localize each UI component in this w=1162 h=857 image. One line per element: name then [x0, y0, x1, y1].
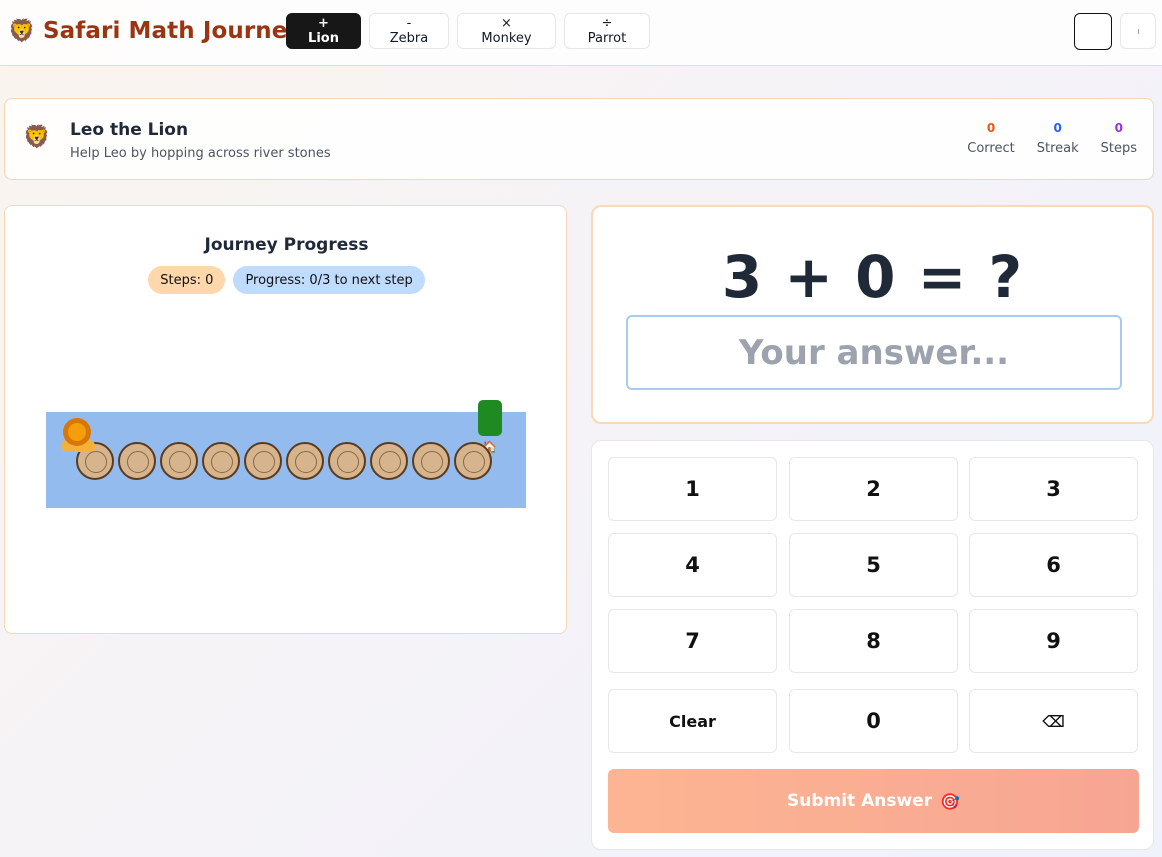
journey-pills: Steps: 0 Progress: 0/3 to next step [5, 266, 568, 294]
key-6[interactable]: 6 [969, 533, 1138, 597]
stat-streak: 0 Streak [1037, 121, 1079, 156]
stat-steps-label: Steps [1100, 141, 1137, 156]
header-action-button[interactable] [1074, 13, 1112, 50]
river-stone [244, 442, 282, 480]
river-stone [286, 442, 324, 480]
submit-answer-button[interactable]: Submit Answer 🎯 [608, 769, 1139, 833]
journey-title: Journey Progress [204, 235, 369, 255]
progress-badge: Progress: 0/3 to next step [233, 266, 425, 294]
equation: 3 + 0 = ? [721, 243, 1024, 311]
river-stone [454, 442, 492, 480]
key-9[interactable]: 9 [969, 609, 1138, 673]
river-path: 🏠 [46, 400, 526, 508]
steps-badge: Steps: 0 [148, 266, 226, 294]
character-card: 🦁 Leo the Lion Help Leo by hopping acros… [4, 98, 1154, 180]
key-2[interactable]: 2 [789, 457, 958, 521]
key-4[interactable]: 4 [608, 533, 777, 597]
key-3[interactable]: 3 [969, 457, 1138, 521]
stat-correct: 0 Correct [967, 121, 1014, 156]
stat-streak-value: 0 [1053, 121, 1062, 135]
key-8[interactable]: 8 [789, 609, 958, 673]
tab-zebra-subtraction[interactable]: - Zebra [369, 13, 449, 49]
stats-panel: 0 Correct 0 Streak 0 Steps [945, 121, 1137, 156]
key-0[interactable]: 0 [789, 689, 958, 753]
character-name: Leo the Lion [70, 120, 189, 140]
stat-steps: 0 Steps [1101, 121, 1137, 156]
target-icon: 🎯 [940, 791, 961, 811]
tab-lion-addition[interactable]: + Lion [286, 13, 361, 49]
backspace-button[interactable]: ⌫ [969, 689, 1138, 753]
lion-face-icon: 🦁 [8, 18, 36, 44]
tab-parrot-division[interactable]: ÷ Parrot [564, 13, 650, 49]
lion-marker-icon [59, 416, 97, 454]
backspace-icon: ⌫ [1042, 711, 1065, 731]
clear-button[interactable]: Clear [608, 689, 777, 753]
brand: 🦁 Safari Math Journey [8, 16, 303, 46]
menu-icon [1137, 28, 1139, 34]
lion-face-icon: 🦁 [23, 125, 51, 150]
river-stone [202, 442, 240, 480]
submit-label: Submit Answer [786, 791, 933, 811]
river-stone [370, 442, 408, 480]
key-7[interactable]: 7 [608, 609, 777, 673]
stat-correct-label: Correct [967, 141, 1015, 156]
journey-card: Journey Progress Steps: 0 Progress: 0/3 … [4, 205, 567, 634]
river-stone [118, 442, 156, 480]
header-menu-button[interactable] [1120, 13, 1156, 49]
stat-steps-value: 0 [1114, 121, 1123, 135]
goal-post [478, 400, 502, 436]
river-stone [412, 442, 450, 480]
key-1[interactable]: 1 [608, 457, 777, 521]
stat-streak-label: Streak [1036, 141, 1079, 156]
tab-monkey-multiplication[interactable]: × Monkey [457, 13, 556, 49]
operation-tabs: + Lion - Zebra × Monkey ÷ Parrot [286, 13, 650, 49]
app-title: Safari Math Journey [43, 18, 303, 44]
character-description: Help Leo by hopping across river stones [70, 146, 331, 161]
river-stone [328, 442, 366, 480]
answer-input[interactable] [626, 315, 1122, 390]
river-stone [160, 442, 198, 480]
stat-correct-value: 0 [986, 121, 996, 135]
keypad-card: 1 2 3 4 5 6 7 8 9 Clear 0 ⌫ Submit Answe… [591, 440, 1154, 850]
problem-card: 3 + 0 = ? [591, 205, 1154, 424]
key-5[interactable]: 5 [789, 533, 958, 597]
top-bar: 🦁 Safari Math Journey + Lion - Zebra × M… [0, 0, 1162, 66]
